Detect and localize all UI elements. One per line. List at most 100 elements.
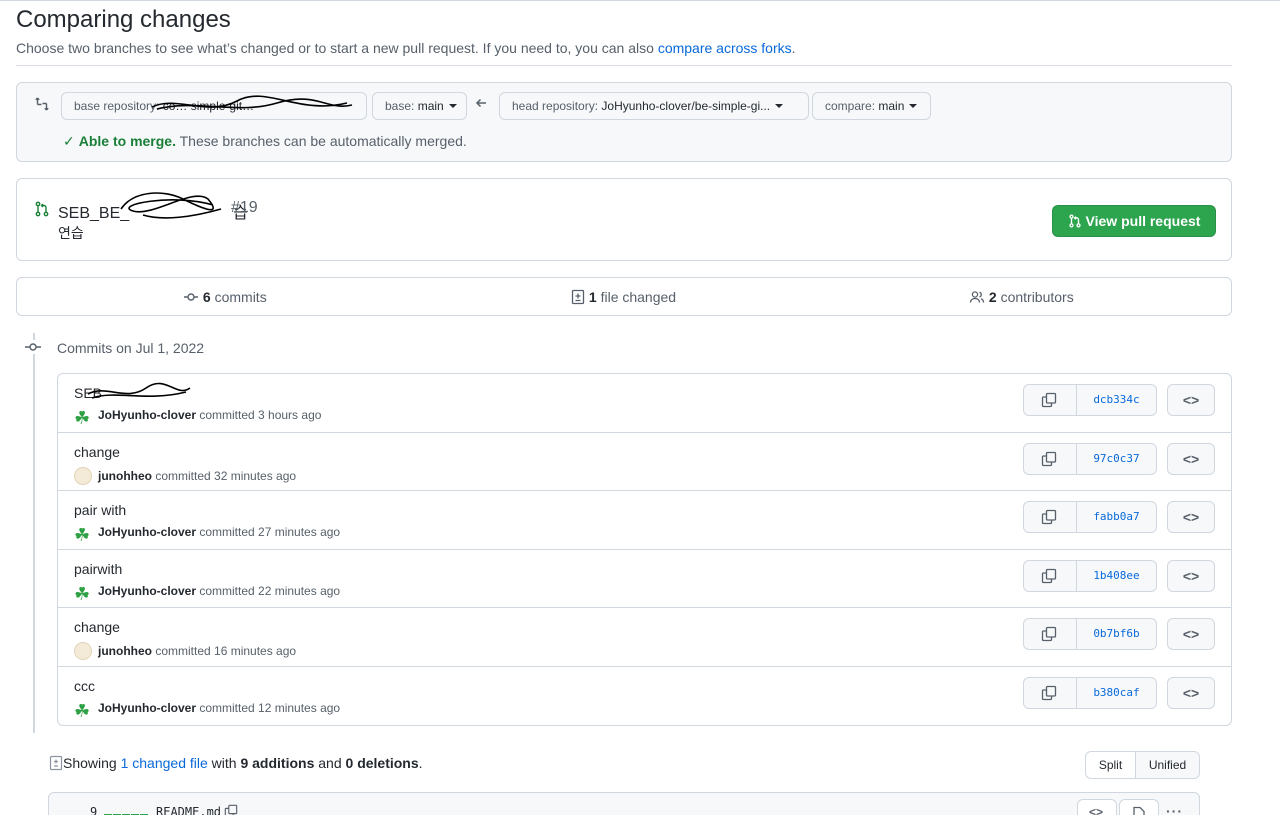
- commit-row: pair with ☘ JoHyunho-clover committed 27 …: [58, 491, 1231, 550]
- contributors-tab[interactable]: 2 contributors: [969, 289, 1074, 305]
- commit-author[interactable]: JoHyunho-clover: [98, 584, 196, 598]
- copy-icon: [1041, 685, 1057, 701]
- pr-number: #19: [231, 199, 258, 216]
- commit-sha-group: 1b408ee: [1023, 560, 1157, 592]
- more-options-icon[interactable]: ···: [1166, 803, 1183, 815]
- existing-pull-request: SEB_BE_ 습 #19 연습 View pull request: [16, 178, 1232, 261]
- commit-row: change junohheo committed 32 minutes ago…: [58, 433, 1231, 491]
- merge-status: ✓ Able to merge. These branches can be au…: [63, 133, 467, 149]
- commit-row: SEB ☘ JoHyunho-clover committed 3 hours a…: [58, 374, 1231, 433]
- copy-icon: [1041, 626, 1057, 642]
- copy-sha-button[interactable]: [1024, 444, 1077, 474]
- page-subtitle: Choose two branches to see what’s change…: [16, 40, 796, 56]
- commit-sha-group: 97c0c37: [1023, 443, 1157, 475]
- browse-repository-button[interactable]: <>: [1167, 677, 1215, 709]
- commit-author[interactable]: junohheo: [98, 644, 152, 658]
- pr-description: 연습: [58, 225, 84, 241]
- commits-tab[interactable]: 6 commits: [183, 289, 267, 305]
- copy-icon: [1041, 451, 1057, 467]
- commit-message[interactable]: pair with: [74, 502, 126, 518]
- changed-files-link[interactable]: 1 changed file: [121, 755, 208, 771]
- commit-meta: ☘ JoHyunho-clover committed 12 minutes ag…: [74, 701, 341, 721]
- copy-sha-button[interactable]: [1024, 678, 1077, 708]
- user-avatar: [74, 467, 92, 485]
- copy-sha-button[interactable]: [1024, 385, 1077, 415]
- copy-icon: [1041, 509, 1057, 525]
- file-header: ⌄ 9 README.md <> ···: [48, 792, 1200, 815]
- check-icon: ✓: [63, 133, 75, 149]
- rich-diff-button[interactable]: [1119, 799, 1159, 815]
- commits-date-heading: Commits on Jul 1, 2022: [57, 340, 205, 356]
- people-icon: [969, 291, 985, 303]
- commit-sha-group: b380caf: [1023, 677, 1157, 709]
- file-diff-icon: [49, 755, 63, 771]
- compare-across-forks-link[interactable]: compare across forks: [658, 40, 792, 56]
- commit-sha-group: fabb0a7: [1023, 501, 1157, 533]
- clover-icon: ☘: [74, 408, 91, 428]
- copy-sha-button[interactable]: [1024, 502, 1077, 532]
- commit-author[interactable]: JoHyunho-clover: [98, 408, 196, 422]
- browse-repository-button[interactable]: <>: [1167, 443, 1215, 475]
- file-name[interactable]: README.md: [156, 805, 221, 815]
- commit-row: change junohheo committed 16 minutes ago…: [58, 608, 1231, 667]
- browse-repository-button[interactable]: <>: [1167, 560, 1215, 592]
- commit-sha-link[interactable]: 0b7bf6b: [1077, 619, 1156, 649]
- commit-sha-link[interactable]: fabb0a7: [1077, 502, 1156, 532]
- copy-sha-button[interactable]: [1024, 561, 1077, 591]
- head-repository-select[interactable]: head repository: JoHyunho-clover/be-simp…: [499, 92, 809, 120]
- commit-meta: junohheo committed 16 minutes ago: [74, 642, 296, 660]
- commit-time: 22 minutes ago: [258, 584, 341, 598]
- caret-down-icon: [775, 104, 784, 108]
- range-editor: base repository: co… simple-git… base: m…: [16, 82, 1232, 162]
- commit-message[interactable]: change: [74, 619, 120, 635]
- copy-icon: [1041, 568, 1057, 584]
- commit-message[interactable]: pairwith: [74, 561, 122, 577]
- caret-down-icon: [909, 104, 918, 108]
- commit-sha-link[interactable]: b380caf: [1077, 678, 1156, 708]
- split-view-button[interactable]: Split: [1086, 752, 1136, 778]
- browse-repository-button[interactable]: <>: [1167, 618, 1215, 650]
- timeline-line: [33, 333, 35, 733]
- code-view-button[interactable]: <>: [1077, 799, 1117, 815]
- code-icon: <>: [1182, 392, 1200, 408]
- page-title: Comparing changes: [16, 6, 231, 33]
- clover-icon: ☘: [74, 525, 91, 545]
- commit-row: pairwith ☘ JoHyunho-clover committed 22 m…: [58, 550, 1231, 608]
- redaction-scribble: [151, 95, 353, 110]
- copy-icon[interactable]: [224, 804, 238, 815]
- commit-author[interactable]: JoHyunho-clover: [98, 701, 196, 715]
- copy-icon: [1041, 392, 1057, 408]
- code-icon: <>: [1089, 805, 1104, 815]
- clover-icon: ☘: [74, 584, 91, 604]
- commit-meta: ☘ JoHyunho-clover committed 3 hours ago: [74, 408, 322, 428]
- commit-meta: ☘ JoHyunho-clover committed 22 minutes ag…: [74, 584, 341, 604]
- git-commit-icon: [184, 293, 198, 301]
- commit-time: 27 minutes ago: [258, 525, 341, 539]
- browse-repository-button[interactable]: <>: [1167, 501, 1215, 533]
- commit-author[interactable]: junohheo: [98, 469, 152, 483]
- copy-sha-button[interactable]: [1024, 619, 1077, 649]
- commit-sha-link[interactable]: 97c0c37: [1077, 444, 1156, 474]
- commit-sha-group: dcb334c: [1023, 384, 1157, 416]
- clover-icon: ☘: [74, 701, 91, 721]
- commit-sha-link[interactable]: 1b408ee: [1077, 561, 1156, 591]
- commit-author[interactable]: JoHyunho-clover: [98, 525, 196, 539]
- base-branch-select[interactable]: base: main: [372, 92, 467, 120]
- compare-branch-select[interactable]: compare: main: [812, 92, 931, 120]
- chevron-down-icon[interactable]: ⌄: [69, 807, 79, 815]
- diffstat-bar: [104, 809, 149, 815]
- redaction-scribble: [120, 192, 222, 219]
- commit-message[interactable]: ccc: [74, 678, 95, 694]
- compare-stats-bar: 6 commits 1 file changed 2 contributors: [16, 277, 1232, 316]
- commit-sha-link[interactable]: dcb334c: [1077, 385, 1156, 415]
- files-changed-tab[interactable]: 1 file changed: [571, 289, 676, 305]
- commit-meta: ☘ JoHyunho-clover committed 27 minutes ag…: [74, 525, 341, 545]
- compare-arrows-icon: [34, 96, 50, 115]
- browse-repository-button[interactable]: <>: [1167, 384, 1215, 416]
- commit-time: 3 hours ago: [258, 408, 322, 422]
- redaction-scribble: [87, 382, 191, 399]
- unified-view-button[interactable]: Unified: [1136, 752, 1199, 778]
- view-pull-request-button[interactable]: View pull request: [1052, 205, 1216, 237]
- commit-message[interactable]: change: [74, 444, 120, 460]
- commit-time: 12 minutes ago: [258, 701, 341, 715]
